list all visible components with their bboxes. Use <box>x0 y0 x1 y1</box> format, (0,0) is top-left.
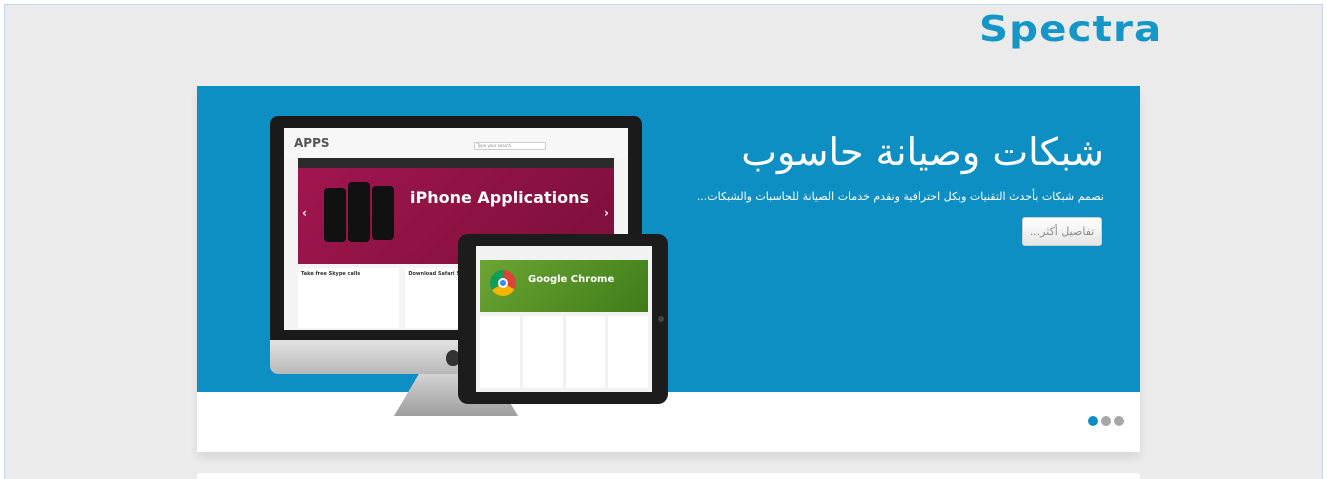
phone-image <box>372 186 394 240</box>
phone-image <box>348 182 370 242</box>
ipad-banner-title: Google Chrome <box>528 274 615 285</box>
screen-banner-title: iPhone Applications <box>410 188 589 207</box>
apps-logo: APPS <box>294 136 330 150</box>
ipad-column <box>480 316 520 388</box>
chevron-left-icon: ‹ <box>302 206 307 220</box>
ipad-banner: Google Chrome <box>480 260 648 312</box>
screen-search-box: Type your search <box>474 142 546 150</box>
ipad-columns <box>480 316 648 388</box>
slider-dot-1[interactable] <box>1088 416 1098 426</box>
chrome-center <box>498 278 508 288</box>
chevron-right-icon: › <box>604 206 609 220</box>
more-details-button[interactable]: تفاصيل أكثر... <box>1022 217 1102 246</box>
hero-slide: APPS Type your search ‹ iPhone Applicati… <box>197 86 1140 416</box>
slide-description: نصمم شبكات بأحدث التقنيات وبكل احترافية … <box>696 190 1104 203</box>
ipad-column <box>565 316 606 388</box>
ipad-column <box>522 316 563 388</box>
slider-dot-3[interactable] <box>1114 416 1124 426</box>
ipad-camera <box>658 316 664 322</box>
hero-slider: APPS Type your search ‹ iPhone Applicati… <box>197 86 1140 452</box>
slider-dot-2[interactable] <box>1101 416 1111 426</box>
screen-column-title: Take free Skype calls <box>301 271 361 277</box>
screen-nav-bar <box>298 158 614 168</box>
phone-image <box>324 188 346 242</box>
spectra-logo[interactable]: Spectra <box>979 9 1162 50</box>
ipad-column <box>608 316 648 388</box>
slider-pagination <box>1088 416 1124 426</box>
screen-header: APPS Type your search <box>284 128 628 158</box>
slide-headline: شبكات وصيانة حاسوب <box>741 130 1104 174</box>
ipad-screen: Google Chrome <box>476 246 652 392</box>
screen-column: Take free Skype calls <box>298 268 400 328</box>
content-panel <box>197 473 1140 479</box>
devices-illustration: APPS Type your search ‹ iPhone Applicati… <box>262 110 682 430</box>
